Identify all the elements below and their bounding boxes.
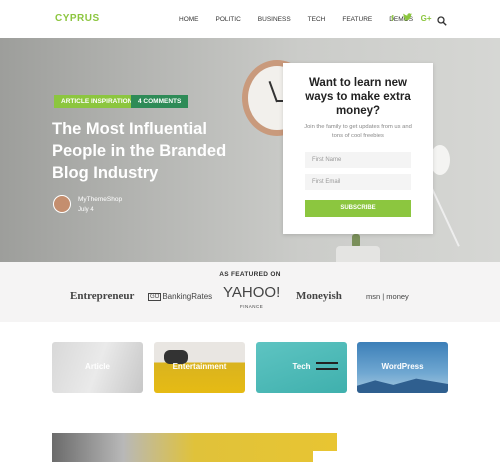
category-tile-tech[interactable]: Tech xyxy=(256,342,347,393)
search-icon[interactable] xyxy=(437,13,447,26)
featured-label: AS FEATURED ON xyxy=(219,271,281,278)
author-name[interactable]: MyThemeShop xyxy=(78,196,122,203)
nav-item-politic[interactable]: POLITIC xyxy=(216,16,241,23)
yahoo-finance-logo: YAHOO! FINANCE xyxy=(223,284,281,314)
category-label: Entertainment xyxy=(172,362,227,371)
twitter-icon[interactable] xyxy=(402,13,412,23)
site-logo[interactable]: CYPRUS xyxy=(55,13,100,24)
nav-item-business[interactable]: BUSINESS xyxy=(258,16,291,23)
gobankingrates-logo: GO BankingRates xyxy=(148,292,212,301)
category-tile-wordpress[interactable]: WordPress xyxy=(357,342,448,393)
lamp-image xyxy=(430,145,450,175)
hero-title[interactable]: The Most Influential People in the Brand… xyxy=(52,118,262,184)
google-plus-icon[interactable]: G+ xyxy=(421,14,432,23)
first-name-field[interactable]: First Name xyxy=(305,152,411,168)
yahoo-text: YAHOO! xyxy=(223,284,281,301)
bankingrates-text: BankingRates xyxy=(162,292,213,301)
nav-item-home[interactable]: HOME xyxy=(179,16,199,23)
msn-money-logo: msn | money xyxy=(366,292,409,301)
entrepreneur-logo: Entrepreneur xyxy=(70,290,135,302)
mountain-image xyxy=(357,378,448,393)
post-teaser-image[interactable] xyxy=(52,433,337,462)
finance-text: FINANCE xyxy=(239,304,264,309)
signup-title: Want to learn new ways to make extra mon… xyxy=(305,77,411,117)
signup-description: Join the family to get updates from us a… xyxy=(304,124,412,139)
category-tag[interactable]: ARTICLE INSPIRATION xyxy=(54,95,140,108)
category-label: WordPress xyxy=(381,362,424,371)
facebook-icon[interactable]: f xyxy=(391,14,394,23)
category-tile-article[interactable]: Article xyxy=(52,342,143,393)
author-avatar xyxy=(53,195,71,213)
moneyish-logo: Moneyish xyxy=(296,290,342,302)
social-links: f G+ xyxy=(391,13,441,23)
page: CYPRUS HOME POLITIC BUSINESS TECH FEATUR… xyxy=(0,0,500,462)
nav-item-feature[interactable]: FEATURE xyxy=(342,16,372,23)
post-teaser-card[interactable] xyxy=(313,451,363,462)
subscribe-button[interactable]: SUBSCRIBE xyxy=(305,200,411,217)
category-tile-entertainment[interactable]: Entertainment xyxy=(154,342,245,393)
go-mark: GO xyxy=(148,292,162,301)
email-field[interactable]: First Email xyxy=(305,174,411,190)
pot-image xyxy=(336,246,380,262)
category-label: Article xyxy=(85,362,110,371)
category-label: Tech xyxy=(292,362,311,371)
comments-tag[interactable]: 4 COMMENTS xyxy=(131,95,189,108)
signup-card: Want to learn new ways to make extra mon… xyxy=(283,63,433,234)
post-date: July 4 xyxy=(78,207,94,213)
site-header: CYPRUS HOME POLITIC BUSINESS TECH FEATUR… xyxy=(0,0,500,38)
nav-item-tech[interactable]: TECH xyxy=(308,16,326,23)
